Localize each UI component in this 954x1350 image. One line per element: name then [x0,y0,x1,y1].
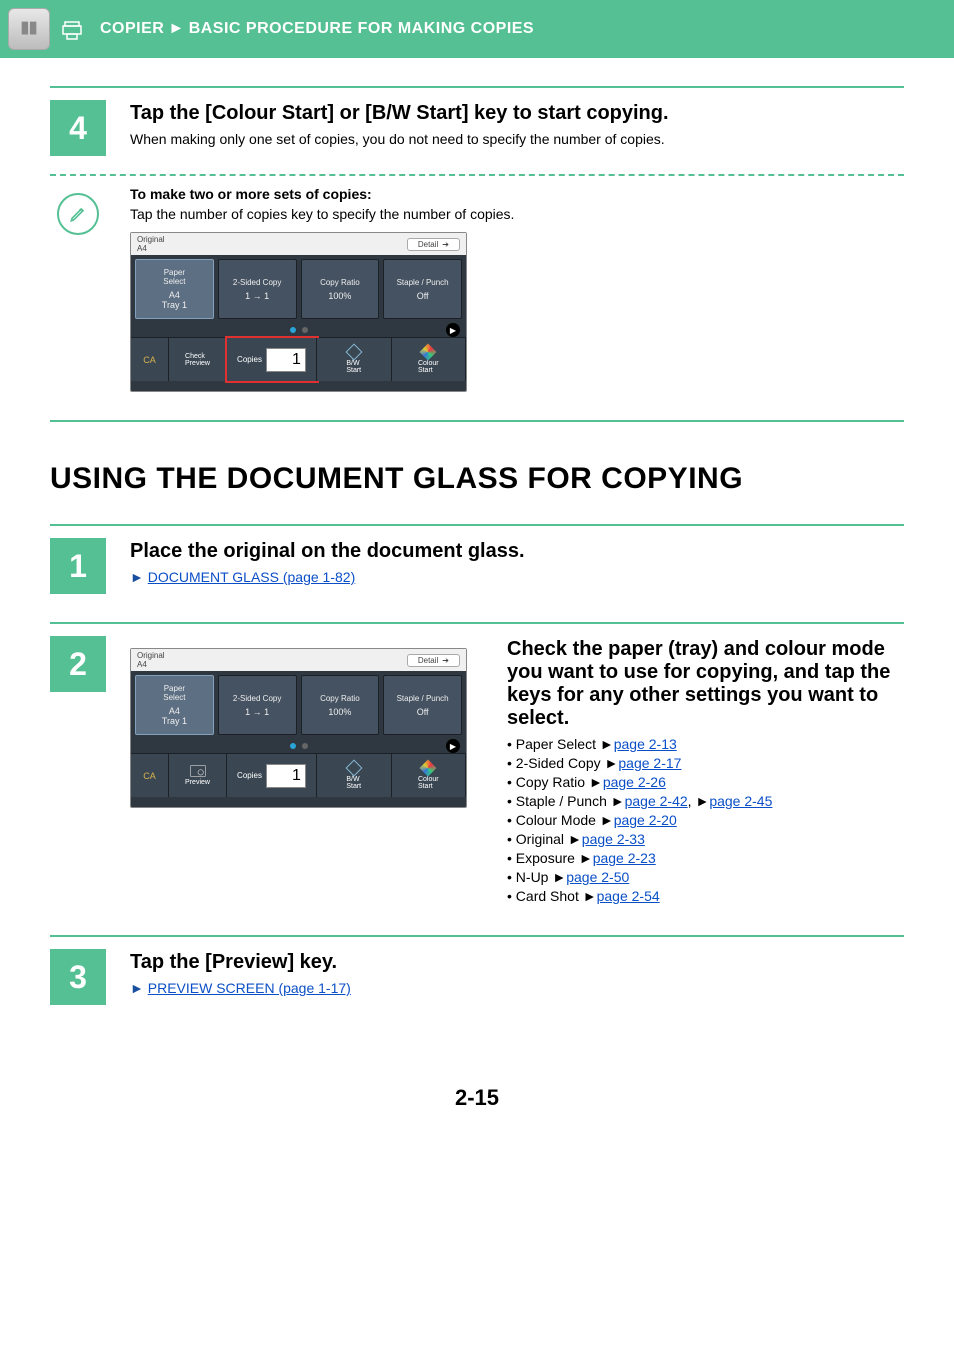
dashed-divider [50,174,904,176]
page-dots: ▶ [131,323,466,337]
page-link[interactable]: page 2-26 [603,774,666,790]
colour-diamond-icon [420,343,437,360]
list-item: N-Up ►page 2-50 [507,869,904,885]
colour-diamond-icon [420,759,437,776]
page-link[interactable]: page 2-50 [566,869,629,885]
ca-button[interactable]: CA [131,338,169,381]
dot-1[interactable] [290,327,296,333]
step-1-title: Place the original on the document glass… [130,540,904,563]
page-number: 2-15 [50,1085,904,1111]
list-item: 2-Sided Copy ►page 2-17 [507,755,904,771]
staple-punch-card[interactable]: Staple / PunchOff [383,259,462,319]
list-item: Colour Mode ►page 2-20 [507,812,904,828]
page-dots: ▶ [131,739,466,753]
copier-panel-1: OriginalA4 Detail➔ PaperSelectA4Tray 1 2… [130,232,467,392]
page-link[interactable]: page 2-23 [593,850,656,866]
step-number-1: 1 [50,538,106,594]
book-icon[interactable] [8,8,50,50]
bw-start-button[interactable]: B/WStart [317,338,392,381]
step-2-title: Check the paper (tray) and colour mode y… [507,638,904,730]
page-link[interactable]: page 2-17 [618,755,681,771]
divider [50,420,904,422]
dot-1[interactable] [290,743,296,749]
triangle-icon: ► [130,980,144,996]
staple-punch-card[interactable]: Staple / PunchOff [383,675,462,735]
paper-select-card[interactable]: PaperSelectA4Tray 1 [135,259,214,319]
copy-ratio-card[interactable]: Copy Ratio100% [301,259,380,319]
breadcrumb-section[interactable]: COPIER [100,20,164,38]
arrow-right-icon: ➔ [442,656,449,665]
diamond-icon [345,343,362,360]
list-item: Copy Ratio ►page 2-26 [507,774,904,790]
page-link[interactable]: page 2-42 [625,793,688,809]
divider [50,86,904,88]
list-item: Exposure ►page 2-23 [507,850,904,866]
chevron-right-icon: ► [168,20,184,38]
triangle-icon: ► [130,569,144,585]
colour-start-button[interactable]: ColourStart [392,754,467,797]
copies-value[interactable]: 1 [266,348,306,372]
copy-ratio-card[interactable]: Copy Ratio100% [301,675,380,735]
copier-panel-2: OriginalA4 Detail➔ PaperSelectA4Tray 1 2… [130,648,467,808]
note-body: Tap the number of copies key to specify … [130,206,514,222]
reference-list: Paper Select ►page 2-13 2-Sided Copy ►pa… [507,736,904,904]
breadcrumb-subsection[interactable]: BASIC PROCEDURE FOR MAKING COPIES [189,20,534,38]
page-link[interactable]: page 2-13 [614,736,677,752]
step-3-title: Tap the [Preview] key. [130,951,904,974]
arrow-right-icon: ➔ [442,240,449,249]
preview-button[interactable]: Preview [169,754,227,797]
note-icon [50,186,106,242]
two-sided-card[interactable]: 2-Sided Copy1 → 1 [218,675,297,735]
note-title: To make two or more sets of copies: [130,186,514,202]
check-preview-button[interactable]: CheckPreview [169,338,227,381]
step-4-title: Tap the [Colour Start] or [B/W Start] ke… [130,102,904,125]
step-4-desc: When making only one set of copies, you … [130,131,904,147]
section-title: USING THE DOCUMENT GLASS FOR COPYING [50,462,904,496]
preview-icon [190,765,206,777]
colour-start-button[interactable]: ColourStart [392,338,467,381]
step-number-3: 3 [50,949,106,1005]
copies-field[interactable]: Copies1 [227,754,317,797]
next-page-icon[interactable]: ▶ [446,739,460,753]
page-link[interactable]: page 2-20 [614,812,677,828]
copies-field[interactable]: Copies1 [227,338,317,381]
ca-button[interactable]: CA [131,754,169,797]
detail-button[interactable]: Detail➔ [407,654,460,667]
divider [50,935,904,937]
preview-screen-link[interactable]: PREVIEW SCREEN (page 1-17) [148,980,351,996]
breadcrumb: COPIER ► BASIC PROCEDURE FOR MAKING COPI… [0,0,954,58]
divider [50,622,904,624]
dot-2[interactable] [302,743,308,749]
detail-button[interactable]: Detail➔ [407,238,460,251]
dot-2[interactable] [302,327,308,333]
bw-start-button[interactable]: B/WStart [317,754,392,797]
list-item: Card Shot ►page 2-54 [507,888,904,904]
page-link[interactable]: page 2-45 [709,793,772,809]
two-sided-card[interactable]: 2-Sided Copy1 → 1 [218,259,297,319]
panel-original-label: Original [137,235,165,244]
divider [50,524,904,526]
step-number-4: 4 [50,100,106,156]
document-glass-link[interactable]: DOCUMENT GLASS (page 1-82) [148,569,355,585]
page-link[interactable]: page 2-54 [597,888,660,904]
next-page-icon[interactable]: ▶ [446,323,460,337]
list-item: Original ►page 2-33 [507,831,904,847]
list-item: Paper Select ►page 2-13 [507,736,904,752]
paper-select-card[interactable]: PaperSelectA4Tray 1 [135,675,214,735]
list-item: Staple / Punch ►page 2-42, ►page 2-45 [507,793,904,809]
step-number-2: 2 [50,636,106,692]
page-link[interactable]: page 2-33 [582,831,645,847]
panel-original-size: A4 [137,244,165,253]
diamond-icon [345,759,362,776]
copier-icon[interactable] [56,14,88,46]
pencil-icon [57,193,99,235]
